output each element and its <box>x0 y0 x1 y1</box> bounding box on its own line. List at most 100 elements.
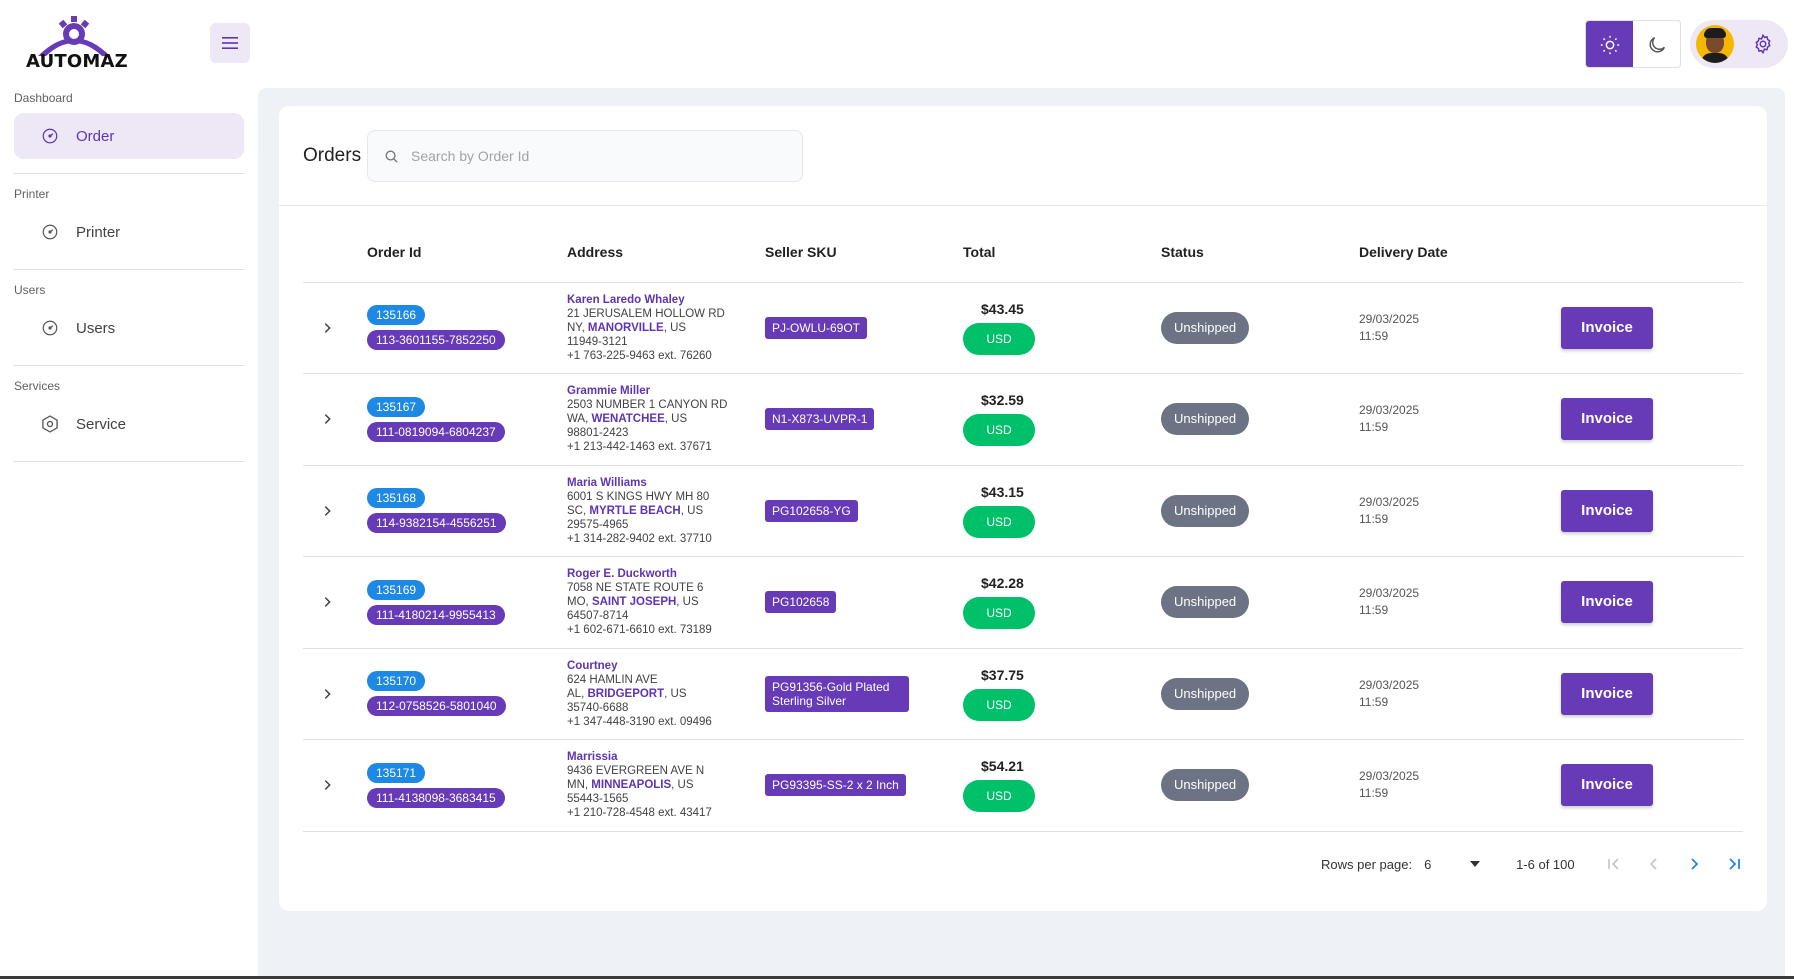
address-zip: 29575-4965 <box>567 518 629 531</box>
table-row: 135169 111-4180214-9955413 Roger E. Duck… <box>303 556 1743 649</box>
light-mode-button[interactable] <box>1586 21 1633 67</box>
previous-page-button[interactable] <box>1639 849 1669 879</box>
address-city: MANORVILLE <box>587 321 664 334</box>
invoice-button[interactable]: Invoice <box>1561 764 1653 807</box>
currency-badge: USD <box>963 597 1035 630</box>
sidebar-item-service[interactable]: Service <box>14 401 244 447</box>
last-page-icon <box>1728 858 1740 870</box>
seller-sku-cell: N1-X873-UVPR-1 <box>765 373 963 466</box>
chevron-right-icon <box>324 505 331 516</box>
orders-card: Orders Order Id Address Seller SKU Total… <box>279 106 1767 911</box>
address-state: SC, <box>567 504 587 517</box>
address-zip: 11949-3121 <box>567 335 628 348</box>
order-id-cell: 135166 113-3601155-7852250 <box>367 282 567 374</box>
shipping-address: Courtney 624 HAMLIN AVE AL, BRIDGEPORT, … <box>567 659 765 729</box>
customer-name[interactable]: Roger E. Duckworth <box>567 568 677 580</box>
menu-toggle-button[interactable] <box>210 23 250 63</box>
column-header-status: Status <box>1161 222 1359 283</box>
address-street: 21 JERUSALEM HOLLOW RD <box>567 307 725 320</box>
seller-sku-chip: PG91356-Gold Plated Sterling Silver <box>765 675 909 712</box>
actions-cell: Invoice <box>1557 282 1743 374</box>
column-header-order-id: Order Id <box>367 222 567 283</box>
delivery-time: 11:59 <box>1359 328 1389 343</box>
seller-sku-chip: PJ-OWLU-69OT <box>765 316 868 339</box>
invoice-button[interactable]: Invoice <box>1561 306 1653 349</box>
sidebar-divider <box>14 173 244 174</box>
dashboard-icon <box>40 126 60 146</box>
user-menu[interactable] <box>1690 20 1788 68</box>
status-cell: Unshipped <box>1161 648 1359 740</box>
pagination: Rows per page: 6 1-6 of 100 <box>1321 849 1749 879</box>
order-id-chip: 135167 <box>367 396 426 417</box>
customer-name[interactable]: Grammie Miller <box>567 385 650 397</box>
table-row: 135167 111-0819094-6804237 Grammie Mille… <box>303 373 1743 466</box>
expand-row-button[interactable] <box>307 399 347 439</box>
shipping-address: Karen Laredo Whaley 21 JERUSALEM HOLLOW … <box>567 293 765 363</box>
expand-cell <box>303 373 367 466</box>
amazon-order-id-chip: 111-0819094-6804237 <box>367 421 505 442</box>
address-zip: 55443-1565 <box>567 793 629 806</box>
expand-row-button[interactable] <box>307 674 347 714</box>
invoice-button[interactable]: Invoice <box>1561 581 1653 624</box>
orders-table: Order Id Address Seller SKU Total Status… <box>303 222 1743 832</box>
address-street: 7058 NE STATE ROUTE 6 <box>567 582 704 595</box>
invoice-button[interactable]: Invoice <box>1561 672 1653 715</box>
last-page-button[interactable] <box>1719 849 1749 879</box>
customer-name[interactable]: Courtney <box>567 660 617 672</box>
sidebar-item-order[interactable]: Order <box>14 113 244 159</box>
invoice-button[interactable]: Invoice <box>1561 489 1653 532</box>
delivery-time: 11:59 <box>1359 694 1389 709</box>
address-state: MO, <box>567 596 589 609</box>
next-page-button[interactable] <box>1679 849 1709 879</box>
address-street: 624 HAMLIN AVE <box>567 673 658 686</box>
amazon-order-id-chip: 111-4138098-3683415 <box>367 787 505 808</box>
table-row: 135168 114-9382154-4556251 Maria William… <box>303 465 1743 557</box>
customer-name[interactable]: Marrissia <box>567 751 618 763</box>
table-row: 135170 112-0758526-5801040 Courtney 624 … <box>303 648 1743 740</box>
order-id-cell: 135169 111-4180214-9955413 <box>367 556 567 649</box>
sidebar-section-users: Users <box>14 283 46 297</box>
expand-row-button[interactable] <box>307 582 347 622</box>
customer-name[interactable]: Maria Williams <box>567 477 647 489</box>
first-page-button[interactable] <box>1599 849 1629 879</box>
chevron-right-icon <box>324 597 331 608</box>
rows-per-page-select[interactable]: 6 <box>1424 856 1481 872</box>
sidebar-item-label: Service <box>76 415 127 433</box>
column-header-expand <box>303 222 367 283</box>
address-zip: 98801-2423 <box>567 427 629 440</box>
total-cell: $32.59 USD <box>963 373 1161 466</box>
avatar[interactable] <box>1696 25 1734 63</box>
rows-per-page-value: 6 <box>1424 856 1432 872</box>
sidebar-item-users[interactable]: Users <box>14 305 244 351</box>
address-state: AL, <box>567 687 585 700</box>
actions-cell: Invoice <box>1557 648 1743 740</box>
moon-icon <box>1649 36 1665 53</box>
seller-sku-chip: PG102658-YG <box>765 499 858 522</box>
expand-row-button[interactable] <box>307 491 347 531</box>
dark-mode-button[interactable] <box>1633 21 1680 67</box>
invoice-button[interactable]: Invoice <box>1561 398 1653 441</box>
expand-row-button[interactable] <box>307 308 347 348</box>
customer-name[interactable]: Karen Laredo Whaley <box>567 294 685 306</box>
order-id-cell: 135168 114-9382154-4556251 <box>367 465 567 557</box>
sidebar-item-printer[interactable]: Printer <box>14 209 244 255</box>
address-state: WA, <box>567 413 589 426</box>
status-cell: Unshipped <box>1161 465 1359 557</box>
address-country: , US <box>664 687 687 700</box>
delivery-date: 29/03/2025 <box>1359 311 1420 326</box>
settings-button[interactable] <box>1752 33 1774 55</box>
gear-icon <box>1755 33 1771 55</box>
column-header-seller-sku: Seller SKU <box>765 222 963 283</box>
amazon-order-id-chip: 113-3601155-7852250 <box>367 330 505 351</box>
expand-row-button[interactable] <box>307 765 347 805</box>
order-id-chip: 135171 <box>367 762 426 783</box>
table-row: 135166 113-3601155-7852250 Karen Laredo … <box>303 282 1743 374</box>
address-cell: Roger E. Duckworth 7058 NE STATE ROUTE 6… <box>567 556 765 649</box>
delivery-time: 11:59 <box>1359 511 1389 526</box>
delivery-time: 11:59 <box>1359 603 1389 618</box>
address-phone: +1 347-448-3190 ext. 09496 <box>567 715 712 728</box>
address-phone: +1 314-282-9402 ext. 37710 <box>567 532 712 545</box>
currency-badge: USD <box>963 780 1035 813</box>
address-cell: Grammie Miller 2503 NUMBER 1 CANYON RD W… <box>567 373 765 466</box>
search-input[interactable] <box>411 148 791 164</box>
